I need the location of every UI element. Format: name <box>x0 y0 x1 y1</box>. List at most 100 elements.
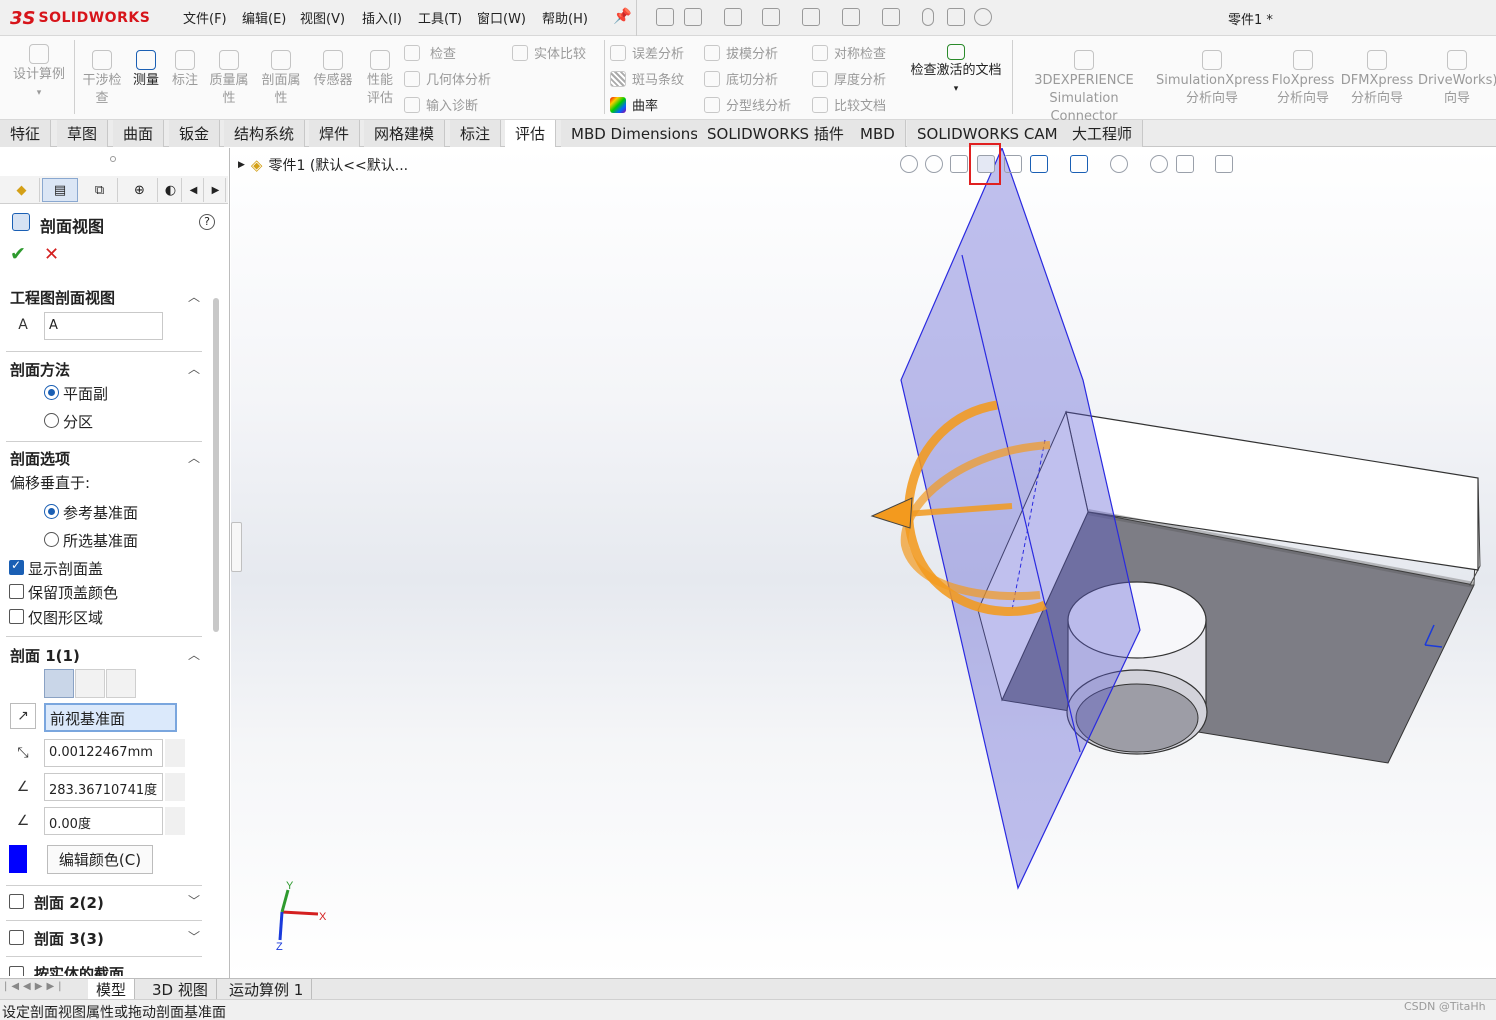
tab-evaluate[interactable]: 评估 <box>505 120 557 147</box>
menu-view[interactable]: 视图(V) <box>300 8 345 27</box>
dfmxpress-button[interactable]: DFMXpress 分析向导 <box>1340 50 1414 108</box>
panel-grip-icon[interactable] <box>110 156 116 162</box>
undercut-analysis-button[interactable]: 底切分析 <box>704 69 778 88</box>
driveworksxpress-button[interactable]: DriveWorks) 向导 <box>1418 50 1496 108</box>
reverse-direction-icon[interactable]: ↗ <box>10 703 36 729</box>
compare-documents-button[interactable]: 比较文档 <box>812 95 886 114</box>
tab-scroll-right-icon[interactable]: ▶ <box>206 178 226 202</box>
measure-button[interactable]: 测量 <box>128 50 164 90</box>
propertymanager-tab-icon[interactable]: ▤ <box>42 178 78 202</box>
menu-edit[interactable]: 编辑(E) <box>242 8 286 27</box>
zoom-to-fit-icon[interactable] <box>900 155 918 173</box>
tab-sheet-metal[interactable]: 钣金 <box>169 120 221 147</box>
3dexperience-sim-button[interactable]: 3DEXPERIENCE Simulation Connector <box>1016 50 1152 126</box>
rebuild-icon[interactable] <box>922 8 934 26</box>
edit-color-button[interactable]: 编辑颜色(C) <box>47 845 153 874</box>
chevron-down-icon[interactable]: ﹀ <box>188 928 200 945</box>
expand-arrow-icon[interactable]: ▶ <box>238 160 245 170</box>
section-properties-button[interactable]: 剖面属性 <box>258 50 304 108</box>
edit-appearance-icon[interactable] <box>1150 155 1168 173</box>
ref-plane-radio[interactable] <box>44 504 59 519</box>
home-icon[interactable] <box>656 8 674 26</box>
tab-features[interactable]: 特征 <box>0 120 52 147</box>
tab-mbd[interactable]: MBD <box>850 120 906 147</box>
panel-collapse-handle[interactable] <box>231 522 242 572</box>
draft-analysis-button[interactable]: 拔模分析 <box>704 43 778 62</box>
drag-arrow-head[interactable] <box>870 497 913 529</box>
display-style-icon[interactable] <box>1070 155 1088 173</box>
selected-plane-radio[interactable] <box>44 532 59 547</box>
solidworks-logo[interactable]: 3S SOLIDWORKS <box>10 4 160 32</box>
offset-distance-input[interactable]: 0.00122467mm <box>44 739 163 767</box>
cancel-x-icon[interactable]: ✕ <box>44 244 59 265</box>
section-2-checkbox[interactable] <box>9 894 24 909</box>
section-3-checkbox[interactable] <box>9 930 24 945</box>
interference-check-button[interactable]: 干涉检查 <box>80 50 124 108</box>
menu-tools[interactable]: 工具(T) <box>418 8 462 27</box>
markup-button[interactable]: 标注 <box>168 50 202 90</box>
show-section-cap-checkbox[interactable] <box>9 558 24 575</box>
pin-icon[interactable]: 📌 <box>613 7 632 25</box>
print-icon[interactable] <box>802 8 820 26</box>
tab-mbd-dimensions[interactable]: MBD Dimensions <box>561 120 710 147</box>
panel-scrollbar[interactable] <box>213 298 219 632</box>
x-rotation-input[interactable]: 283.36710741度 <box>44 773 163 801</box>
menu-insert[interactable]: 插入(I) <box>362 8 402 27</box>
options-gear-icon[interactable] <box>974 8 992 26</box>
performance-eval-button[interactable]: 性能评估 <box>364 50 396 108</box>
feature-tree-flyout[interactable]: ▶ ◈ 零件1 (默认<<默认... <box>238 155 408 175</box>
import-diagnostics-button[interactable]: 输入诊断 <box>404 95 478 114</box>
dimxpert-tab-icon[interactable]: ⊕ <box>122 178 158 202</box>
new-document-icon[interactable] <box>684 8 702 26</box>
keep-cap-color-checkbox[interactable] <box>9 584 24 599</box>
reverse-section-button[interactable] <box>106 669 136 698</box>
geometry-analysis-button[interactable]: 几何体分析 <box>404 69 491 88</box>
graphics-only-checkbox[interactable] <box>9 609 24 624</box>
graphics-area[interactable]: X Y Z <box>231 148 1496 978</box>
chevron-up-icon[interactable]: ︿ <box>188 360 200 377</box>
chevron-down-icon[interactable]: ﹀ <box>188 892 200 909</box>
y-rotation-spinner[interactable] <box>165 807 185 835</box>
select-icon[interactable] <box>882 8 900 26</box>
bottom-tab-motion-study[interactable]: 运动算例 1 <box>221 979 313 1000</box>
x-rotation-spinner[interactable] <box>165 773 185 801</box>
curvature-button[interactable]: 曲率 <box>610 95 658 114</box>
zoom-to-area-icon[interactable] <box>925 155 943 173</box>
tab-mesh-modeling[interactable]: 网格建模 <box>364 120 446 147</box>
tab-scroll-left-icon[interactable]: ◀ <box>184 178 204 202</box>
method-planar-radio[interactable] <box>44 385 59 400</box>
zebra-stripes-button[interactable]: 斑马条纹 <box>610 69 684 88</box>
undo-icon[interactable] <box>842 8 860 26</box>
check-button[interactable]: 检查 <box>404 43 456 62</box>
plane-section-button[interactable] <box>44 669 74 698</box>
check-active-document-button[interactable]: 检查激活的文档 ▾ <box>904 44 1008 98</box>
hide-show-items-icon[interactable] <box>1110 155 1128 173</box>
previous-view-icon[interactable] <box>950 155 968 173</box>
tab-solidworks-addins[interactable]: SOLIDWORKS 插件 <box>697 120 855 147</box>
chevron-up-icon[interactable]: ︿ <box>188 288 200 305</box>
mass-properties-button[interactable]: 质量属性 <box>206 50 252 108</box>
bottom-tab-model[interactable]: 模型 <box>88 979 136 1000</box>
tab-sketch[interactable]: 草图 <box>57 120 109 147</box>
menu-window[interactable]: 窗口(W) <box>477 8 526 27</box>
featuremanager-tab-icon[interactable]: ◆ <box>4 178 40 202</box>
display-manager-tab-icon[interactable]: ◐ <box>160 178 182 202</box>
tab-structure-system[interactable]: 结构系统 <box>224 120 306 147</box>
menu-file[interactable]: 文件(F) <box>183 8 227 27</box>
open-icon[interactable] <box>724 8 742 26</box>
section-by-body-checkbox[interactable] <box>9 966 24 976</box>
deviation-analysis-button[interactable]: 误差分析 <box>610 43 684 62</box>
section-label-input[interactable]: A <box>44 312 163 340</box>
sensor-button[interactable]: 传感器 <box>310 50 356 90</box>
solid-compare-button[interactable]: 实体比较 <box>512 43 586 62</box>
y-rotation-input[interactable]: 0.00度 <box>44 807 163 835</box>
chevron-up-icon[interactable]: ︿ <box>188 449 200 466</box>
section-plane-selection[interactable]: 前视基准面 <box>44 703 177 732</box>
tab-weldments[interactable]: 焊件 <box>309 120 361 147</box>
tab-surfaces[interactable]: 曲面 <box>113 120 165 147</box>
ok-check-icon[interactable]: ✔ <box>10 243 26 265</box>
save-icon[interactable] <box>762 8 780 26</box>
menu-help[interactable]: 帮助(H) <box>542 8 588 27</box>
parting-line-analysis-button[interactable]: 分型线分析 <box>704 95 791 114</box>
apply-scene-icon[interactable] <box>1176 155 1194 173</box>
